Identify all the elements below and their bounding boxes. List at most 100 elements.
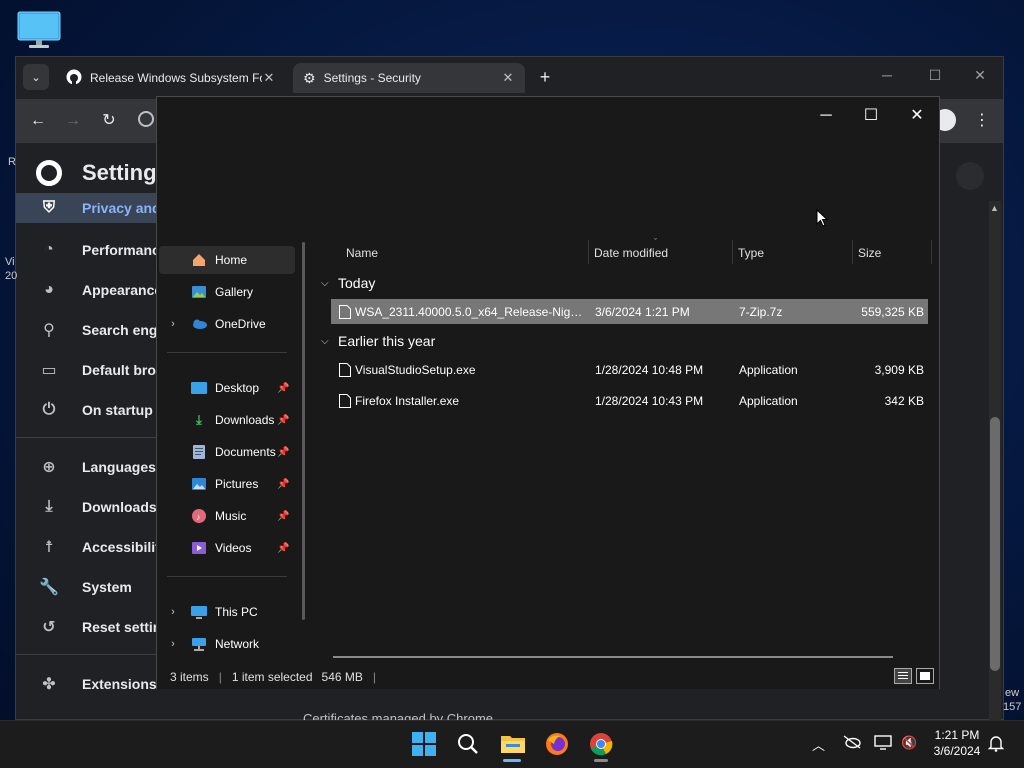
documents-folder-icon (189, 444, 209, 460)
divider (167, 352, 287, 353)
chevron-down-icon[interactable]: ⌵ (321, 336, 335, 347)
nav-item-videos[interactable]: Videos 📌 (159, 534, 295, 562)
svg-text:♪: ♪ (196, 512, 201, 522)
pin-icon[interactable]: 📌 (277, 415, 291, 426)
chevron-right-icon[interactable]: › (165, 606, 181, 618)
column-header-type[interactable]: Type (738, 242, 764, 264)
column-divider[interactable] (732, 240, 733, 264)
windows-start-icon[interactable] (408, 728, 440, 760)
nav-item-network[interactable]: › Network (159, 630, 295, 658)
settings-search-field[interactable] (956, 162, 984, 190)
minimize-button[interactable]: ─ (811, 103, 841, 129)
scroll-up-icon[interactable]: ▲ (990, 203, 999, 213)
chrome-site-icon[interactable] (138, 111, 154, 127)
chrome-logo-icon (36, 160, 62, 186)
group-header-today[interactable]: ⌵ Today (321, 272, 375, 294)
nav-item-label: Videos (215, 541, 252, 555)
nav-item-onedrive[interactable]: › OneDrive (159, 310, 295, 338)
group-label: Today (338, 275, 376, 291)
nav-item-downloads[interactable]: ⤓ Downloads 📌 (159, 406, 295, 434)
column-divider[interactable] (931, 240, 932, 264)
close-button[interactable]: ✕ (902, 103, 932, 129)
nav-item-documents[interactable]: Documents 📌 (159, 438, 295, 466)
pin-icon[interactable]: 📌 (277, 511, 291, 522)
notification-bell-icon[interactable] (987, 734, 1005, 755)
network-icon[interactable] (874, 735, 892, 754)
this-pc-icon (189, 604, 209, 620)
navigation-scrollbar[interactable] (302, 242, 305, 620)
file-explorer-icon[interactable] (497, 728, 529, 760)
file-row[interactable]: VisualStudioSetup.exe 1/28/2024 10:48 PM… (331, 357, 928, 382)
chevron-right-icon[interactable]: › (165, 318, 181, 330)
column-divider[interactable] (588, 240, 589, 264)
pin-icon[interactable]: 📌 (277, 383, 291, 394)
tab-title: Release Windows Subsystem Fo (90, 71, 262, 85)
chrome-icon[interactable] (585, 728, 617, 760)
new-tab-button[interactable]: + (534, 66, 556, 88)
home-icon (189, 252, 209, 268)
maximize-button[interactable]: ☐ (856, 103, 886, 129)
clock-time: 1:21 PM (934, 728, 980, 742)
wrench-icon: 🔧 (39, 579, 59, 596)
chevron-down-icon[interactable]: ⌵ (321, 278, 335, 289)
nav-item-home[interactable]: Home (159, 246, 295, 274)
reload-icon[interactable]: ↻ (97, 109, 121, 133)
status-separator: | (218, 670, 222, 684)
close-icon[interactable]: ✕ (262, 70, 276, 86)
sidebar-item-label: Privacy and (82, 200, 161, 216)
minimize-button[interactable]: ─ (876, 67, 898, 83)
nav-item-label: Pictures (215, 477, 259, 491)
sidebar-item-label: Appearance (82, 282, 163, 298)
pin-icon[interactable]: 📌 (277, 447, 291, 458)
column-divider[interactable] (852, 240, 853, 264)
onedrive-icon (189, 316, 209, 332)
tab-settings-security[interactable]: ⚙ Settings - Security ✕ (293, 63, 525, 93)
group-label: Earlier this year (338, 333, 436, 349)
nav-item-desktop[interactable]: Desktop 📌 (159, 374, 295, 402)
network-icon (189, 636, 209, 652)
file-row[interactable]: Firefox Installer.exe 1/28/2024 10:43 PM… (331, 388, 928, 413)
chevron-right-icon[interactable]: › (165, 638, 181, 650)
horizontal-scrollbar[interactable] (333, 656, 893, 658)
file-size: 3,909 KB (874, 362, 924, 377)
volume-muted-icon[interactable]: 🔇 (901, 735, 917, 751)
nav-item-label: Music (215, 509, 247, 523)
large-icons-view-icon[interactable] (916, 668, 934, 684)
back-icon[interactable]: ← (26, 109, 50, 133)
close-button[interactable]: ✕ (969, 67, 991, 84)
file-icon (339, 362, 351, 377)
onedrive-offline-icon[interactable] (843, 735, 861, 752)
search-icon[interactable] (452, 728, 484, 760)
clock[interactable]: 1:21 PM 3/6/2024 (924, 727, 990, 759)
pin-icon[interactable]: 📌 (277, 543, 291, 554)
nav-item-pictures[interactable]: Pictures 📌 (159, 470, 295, 498)
maximize-button[interactable]: ☐ (924, 67, 946, 84)
file-icon (339, 393, 351, 408)
more-menu-icon[interactable]: ⋮ (970, 109, 994, 133)
details-view-icon[interactable] (894, 668, 912, 684)
column-header-size[interactable]: Size (858, 242, 881, 264)
scrollbar-thumb[interactable] (990, 417, 1000, 671)
edge-text: R (8, 156, 16, 168)
column-header-name[interactable]: Name (346, 242, 378, 264)
running-app-indicator (594, 759, 608, 762)
close-icon[interactable]: ✕ (501, 70, 515, 86)
tab-search-button[interactable]: ⌄ (23, 64, 49, 90)
monitor-icon[interactable] (17, 11, 61, 49)
chevron-up-icon[interactable]: ︿ (812, 735, 825, 754)
sidebar-item-label: Extensions (82, 676, 157, 692)
nav-item-this-pc[interactable]: › This PC (159, 598, 295, 626)
group-header-earlier-this-year[interactable]: ⌵ Earlier this year (321, 330, 435, 352)
file-row[interactable]: WSA_2311.40000.5.0_x64_Release-Nightly..… (331, 299, 928, 324)
sidebar-item-label: System (82, 579, 132, 595)
status-item-count: 3 items (170, 670, 209, 684)
sidebar-item-label: Performance (82, 242, 168, 258)
nav-item-label: Documents (215, 445, 276, 459)
tab-github-release[interactable]: Release Windows Subsystem Fo ✕ (56, 63, 286, 93)
forward-icon[interactable]: → (61, 109, 85, 133)
nav-item-music[interactable]: ♪ Music 📌 (159, 502, 295, 530)
nav-item-gallery[interactable]: Gallery (159, 278, 295, 306)
search-icon: ⚲ (43, 322, 55, 339)
pin-icon[interactable]: 📌 (277, 479, 291, 490)
firefox-icon[interactable] (541, 728, 573, 760)
